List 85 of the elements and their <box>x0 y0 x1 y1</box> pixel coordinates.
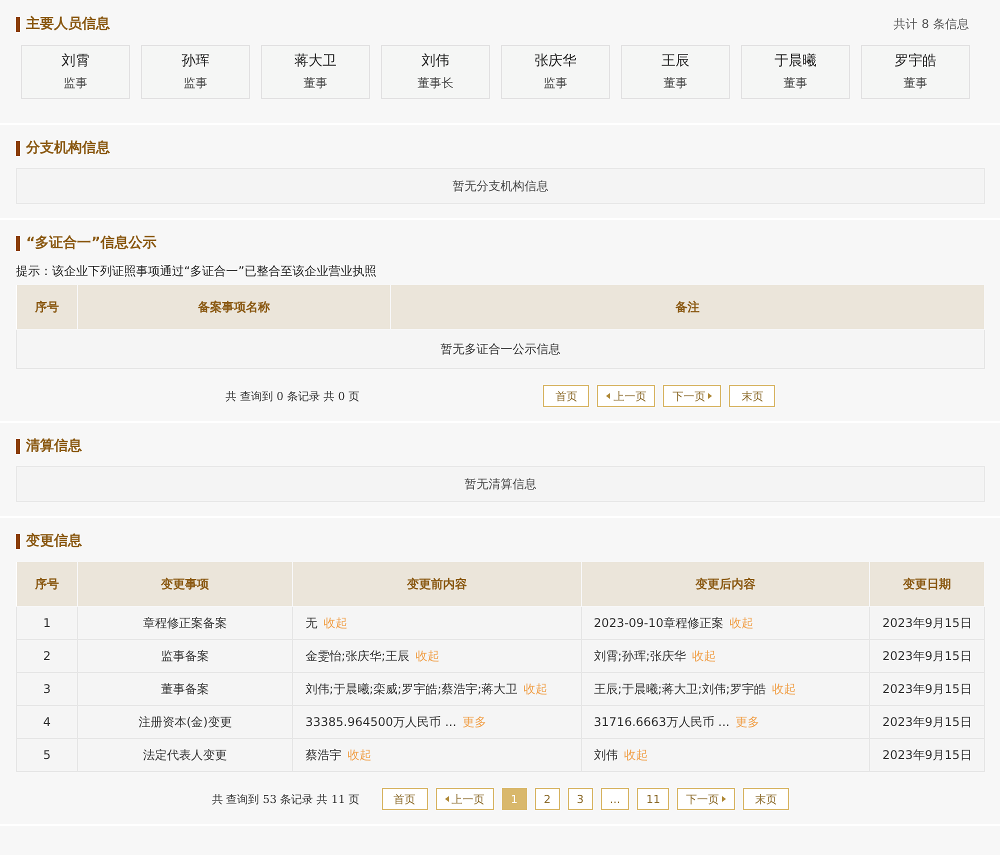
table-cell: 3 <box>16 672 78 706</box>
table-cell: 2023年9月15日 <box>870 672 984 706</box>
caret-right-icon <box>708 393 712 399</box>
table-cell: 5 <box>16 738 78 772</box>
page-nav-button[interactable]: 首页 <box>543 385 590 407</box>
previous-page-button[interactable]: 上一页 <box>597 385 656 407</box>
table-cell: 2023年9月15日 <box>870 606 984 640</box>
empty-message: 暂无清算信息 <box>16 466 985 502</box>
caret-left-icon <box>444 796 449 802</box>
column-header: 备案事项名称 <box>78 284 390 330</box>
caret-right-icon <box>722 796 726 802</box>
table-cell: 注册资本(金)变更 <box>77 706 293 738</box>
person-card[interactable]: 孙珲 监事 <box>141 45 250 99</box>
table-cell: 监事备案 <box>77 640 293 672</box>
cell-text: 2023-09-10章程修正案 <box>594 616 724 630</box>
hint-text: 提示：该企业下列证照事项通过“多证合一”已整合至该企业营业执照 <box>16 263 378 280</box>
record-summary: 共 查询到 0 条记录 共 0 页 <box>226 388 360 404</box>
person-name: 刘伟 <box>422 52 450 70</box>
table-cell: 法定代表人变更 <box>77 738 293 772</box>
person-role: 董事 <box>664 75 688 92</box>
table-cell: 4 <box>16 706 78 738</box>
person-card[interactable]: 刘霄 监事 <box>21 45 130 99</box>
section-title: 变更信息 <box>16 534 82 549</box>
column-header: 变更事项 <box>77 562 293 606</box>
person-card[interactable]: 蒋大卫 董事 <box>261 45 370 99</box>
empty-message: 暂无分支机构信息 <box>16 168 985 204</box>
cell-text: 蔡浩宇 <box>305 748 342 762</box>
cell-text: 无 <box>305 616 318 630</box>
person-card[interactable]: 罗宇皓 董事 <box>861 45 970 99</box>
record-count: 共计 8 条信息 <box>894 16 969 33</box>
person-role: 监事 <box>64 75 88 92</box>
person-role: 董事长 <box>418 75 454 92</box>
page-button[interactable]: 3 <box>568 788 593 810</box>
table-cell: 2023年9月15日 <box>870 640 984 672</box>
person-name: 孙珲 <box>182 52 210 70</box>
person-role: 董事 <box>904 75 928 92</box>
section-title: 主要人员信息 <box>16 17 110 32</box>
section-title: “多证合一”信息公示 <box>16 236 156 251</box>
person-name: 刘霄 <box>62 52 90 70</box>
person-role: 监事 <box>184 75 208 92</box>
cell-text: 刘霄;孙珲;张庆华 <box>594 648 686 662</box>
person-name: 张庆华 <box>534 52 576 70</box>
previous-page-button[interactable]: 上一页 <box>436 788 494 810</box>
person-card[interactable]: 张庆华 监事 <box>501 45 610 99</box>
page-nav-button[interactable]: 末页 <box>729 385 776 407</box>
person-name: 于晨曦 <box>774 52 816 70</box>
column-header: 变更后内容 <box>581 562 870 606</box>
page-nav-button[interactable]: 首页 <box>382 788 428 810</box>
caret-left-icon <box>606 393 610 399</box>
table-cell: 1 <box>16 606 78 640</box>
person-role: 董事 <box>784 75 808 92</box>
table-cell: 2023年9月15日 <box>870 738 984 772</box>
section-title: 清算信息 <box>16 439 82 454</box>
column-header: 序号 <box>16 284 78 330</box>
person-name: 蒋大卫 <box>294 52 336 70</box>
person-role: 监事 <box>544 75 568 92</box>
person-role: 董事 <box>304 75 328 92</box>
column-header: 备注 <box>390 284 984 330</box>
section-title: 分支机构信息 <box>16 141 110 156</box>
page-button[interactable]: 11 <box>637 788 670 810</box>
column-header: 变更前内容 <box>292 562 582 606</box>
table-cell: 2 <box>16 640 78 672</box>
cell-text: 刘伟 <box>594 748 618 762</box>
person-card[interactable]: 王辰 董事 <box>621 45 730 99</box>
record-summary: 共 查询到 53 条记录 共 11 页 <box>212 792 360 806</box>
page-nav-button[interactable]: 末页 <box>743 788 790 810</box>
cell-text: 31716.6663万人民币 ... <box>594 714 730 728</box>
table-cell: 章程修正案备案 <box>77 606 293 640</box>
person-card[interactable]: 刘伟 董事长 <box>381 45 490 99</box>
column-header: 变更日期 <box>870 562 984 606</box>
table-cell: 2023年9月15日 <box>870 706 984 738</box>
page-button[interactable]: 2 <box>534 788 560 810</box>
cell-text: 金雯怡;张庆华;王辰 <box>305 648 410 662</box>
next-page-button[interactable]: 下一页 <box>663 385 722 407</box>
next-page-button[interactable]: 下一页 <box>677 788 736 810</box>
person-card[interactable]: 于晨曦 董事 <box>741 45 850 99</box>
cell-text: 33385.964500万人民币 ... <box>305 714 456 728</box>
table-cell: 董事备案 <box>77 672 293 706</box>
empty-message: 暂无多证合一公示信息 <box>16 330 984 368</box>
person-name: 王辰 <box>662 52 690 70</box>
cell-text: 王辰;于晨曦;蒋大卫;刘伟;罗宇皓 <box>594 682 766 696</box>
person-name: 罗宇皓 <box>894 52 936 70</box>
column-header: 序号 <box>16 562 78 606</box>
page-button[interactable]: ... <box>600 788 630 810</box>
cell-text: 刘伟;于晨曦;栾威;罗宇皓;蔡浩宇;蒋大卫 <box>305 682 518 696</box>
